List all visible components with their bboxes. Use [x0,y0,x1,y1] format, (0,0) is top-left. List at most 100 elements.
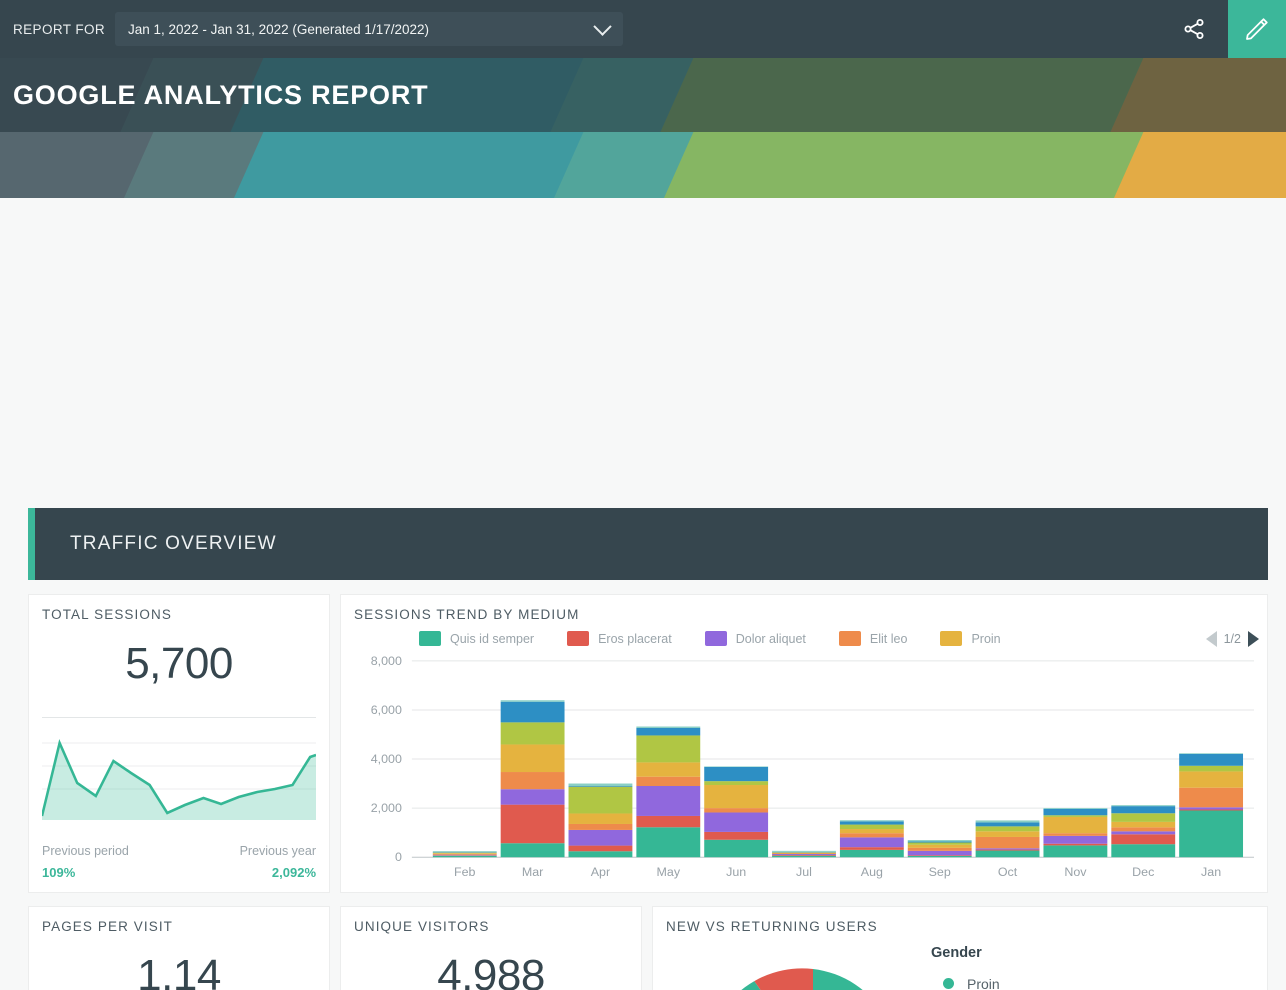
section-traffic-overview: TRAFFIC OVERVIEW [28,508,1268,580]
bar-group-aug [839,820,904,858]
svg-text:Jun: Jun [726,865,746,879]
svg-text:Apr: Apr [591,865,610,879]
bar-group-may [636,726,701,858]
band-green [617,132,1163,198]
unique-visitors-value: 4,988 [437,951,545,990]
legend-item-1[interactable]: Eros placerat [567,631,672,646]
bar-group-jun [704,766,769,858]
svg-text:2,000: 2,000 [371,801,402,815]
legend-row-proin[interactable]: Proin [931,973,1253,990]
svg-text:Jan: Jan [1201,865,1221,879]
svg-text:Nov: Nov [1064,865,1087,879]
svg-text:4,000: 4,000 [371,752,402,766]
total-sessions-sparkline [42,735,316,820]
total-sessions-value: 5,700 [125,639,233,688]
legend-label: Proin [971,631,1001,646]
svg-text:Mar: Mar [522,865,543,879]
bar-group-apr [568,783,633,858]
comparison-previous-year: Previous year 2,092% [240,844,316,882]
edit-button[interactable] [1228,0,1286,58]
legend-item-2[interactable]: Dolor aliquet [704,631,806,646]
card-pages-per-visit: PAGES PER VISIT 1.14 Previous period -5%… [28,906,330,990]
bar-group-dec [1111,805,1176,858]
comparison-label: Previous period [42,844,129,858]
legend-pager: 1/2 [1205,631,1259,647]
date-range-selector[interactable]: Jan 1, 2022 - Jan 31, 2022 (Generated 1/… [115,12,624,46]
bar-group-nov [1043,808,1108,858]
legend-swatch-icon [704,631,727,646]
card-title-new-vs-returning: NEW VS RETURNING USERS [666,919,878,934]
date-range-value: Jan 1, 2022 - Jan 31, 2022 (Generated 1/… [128,21,429,37]
legend-label: Eros placerat [598,631,672,646]
bar-group-feb [432,851,497,858]
svg-text:Feb: Feb [454,865,476,879]
svg-text:Dec: Dec [1132,865,1154,879]
card-title-unique-visitors: UNIQUE VISITORS [354,919,490,934]
legend-label: Dolor aliquet [735,631,806,646]
chevron-down-icon [593,16,612,36]
pager-next-icon[interactable] [1248,631,1259,647]
card-total-sessions: TOTAL SESSIONS 5,700 Previous period 109… [28,594,330,893]
card-title-sessions-trend: SESSIONS TREND BY MEDIUM [354,607,580,622]
svg-text:Jul: Jul [796,865,812,879]
legend-dot-icon [943,978,954,989]
svg-text:Sep: Sep [929,865,951,879]
comparison-value: 109% [42,865,76,880]
card-sessions-trend: SESSIONS TREND BY MEDIUM Quis id semper … [340,594,1268,893]
bar-group-jan [1179,753,1244,858]
x-axis-labels: Feb Mar Apr May Jun Jul Aug Sep Oct Nov … [454,865,1221,879]
share-icon [1184,19,1204,39]
top-bar: REPORT FOR Jan 1, 2022 - Jan 31, 2022 (G… [0,0,1286,58]
legend-item-4[interactable]: Proin [940,631,1001,646]
divider [42,717,316,718]
comparison-label: Previous year [239,844,316,858]
bar-chart-svg: 8,000 6,000 4,000 2,000 0 Feb Mar Apr Ma… [371,654,1254,879]
pie-slice-suscipit[interactable] [754,968,813,990]
svg-text:Aug: Aug [861,865,883,879]
card-title-pages-per-visit: PAGES PER VISIT [42,919,174,934]
legend-swatch-icon [940,631,963,646]
bar-group-jul [772,850,836,858]
banner-lower-bands [0,132,1286,198]
card-new-vs-returning: NEW VS RETURNING USERS 90.3% 9.7% Gender… [652,906,1268,990]
legend-swatch-icon [419,631,441,646]
legend-item-0[interactable]: Quis id semper [419,631,534,646]
legend-swatch-icon [567,631,590,646]
legend-row-label: Proin [967,975,1000,990]
legend-swatch-icon [838,631,861,646]
pager-indicator: 1/2 [1223,632,1241,646]
pager-prev-icon[interactable] [1205,631,1217,647]
bar-group-sep [907,840,972,858]
card-title-total-sessions: TOTAL SESSIONS [42,607,172,622]
comparison-value: 2,092% [271,865,316,880]
chart-legend: Quis id semper Eros placerat Dolor aliqu… [419,631,1257,646]
svg-text:6,000: 6,000 [371,703,402,717]
sessions-trend-bar-chart: 8,000 6,000 4,000 2,000 0 Feb Mar Apr Ma… [354,647,1254,880]
legend-label: Quis id semper [450,631,535,646]
share-button[interactable] [1160,0,1228,58]
page-title: GOOGLE ANALYTICS REPORT [13,80,429,110]
section-title: TRAFFIC OVERVIEW [70,533,277,554]
total-sessions-comparisons: Previous period 109% Previous year 2,092… [42,844,316,882]
legend-label: Elit leo [869,631,908,646]
svg-text:Oct: Oct [998,865,1018,879]
pencil-edit-icon [1246,18,1268,40]
bar-group-oct [975,820,1040,858]
pages-per-visit-value: 1.14 [137,951,221,990]
gender-legend-table: Gender Proin Suscipit Total 4,988 [931,945,1253,990]
svg-text:May: May [657,865,681,879]
y-axis-labels: 8,000 6,000 4,000 2,000 0 [371,654,402,864]
section-accent-bar [28,508,35,580]
top-bar-actions [1160,0,1286,58]
card-unique-visitors: UNIQUE VISITORS 4,988 Previous period 12… [340,906,642,990]
new-vs-returning-pie-chart: 90.3% 9.7% [663,947,933,990]
svg-text:8,000: 8,000 [371,654,402,668]
report-banner: GOOGLE ANALYTICS REPORT [0,58,1286,198]
comparison-previous-period: Previous period 109% [42,844,129,882]
legend-item-3[interactable]: Elit leo [838,631,908,646]
pie-chart-svg: 90.3% 9.7% [741,968,863,990]
gender-legend-title: Gender [931,945,982,961]
svg-text:0: 0 [395,850,402,864]
report-for-label: REPORT FOR [13,21,106,37]
bar-group-mar [500,700,565,858]
